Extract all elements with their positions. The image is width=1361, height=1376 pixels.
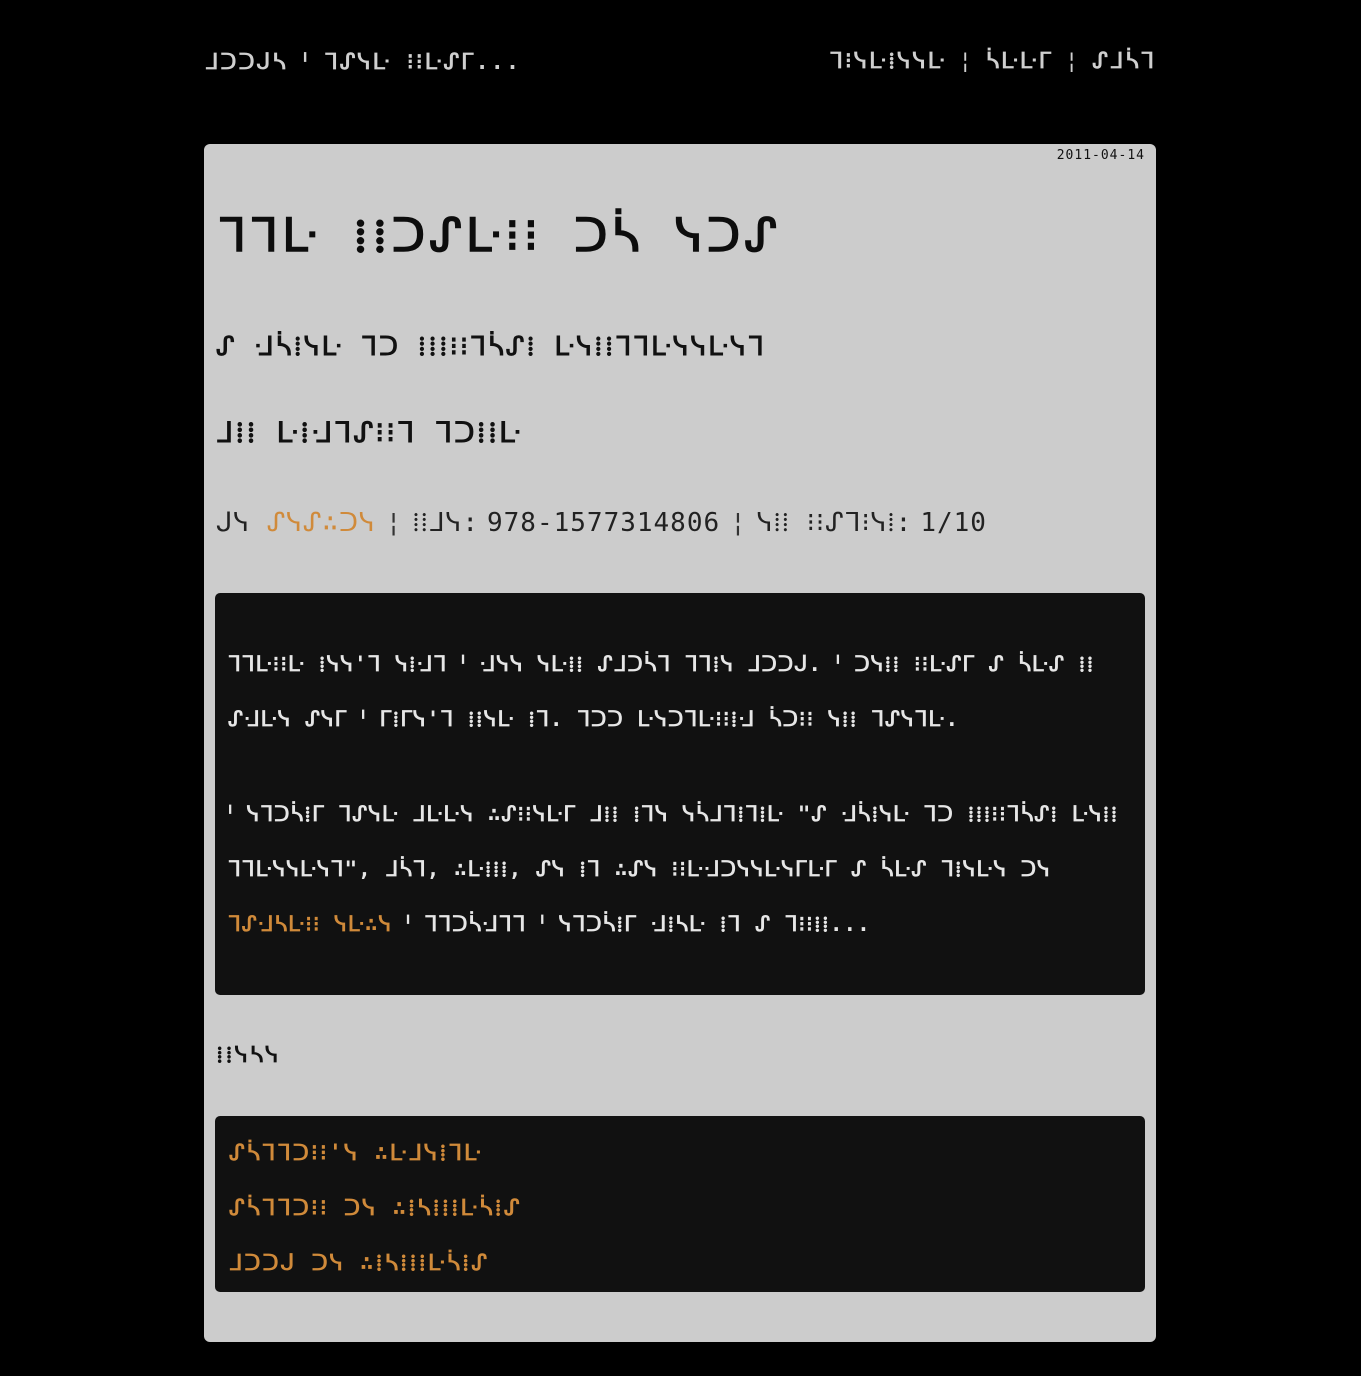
post-date: 2011-04-14	[1056, 148, 1145, 163]
review-paragraph: ᒣᒣᒷ⁝⁝ᒷ ⁞ᓭᓭ'ᒣ ᓭ⁞ᒲᒣ ᑊ ᒲᓭᓭ ᓭᒷ⁞⁞ ᔑᒧᑐᓵᒣ ᒣᒣ⁞ᓭ …	[228, 652, 1095, 731]
isbn-value: 978-1577314806	[487, 508, 721, 538]
reviewer-link[interactable]: ᔑᓭᔑ∴ᑐᓭ	[267, 508, 376, 538]
by-label: ᒍᓭ	[216, 508, 251, 538]
paragraph-text: ᑊ ᒣᒣᑐᓵᒲᒣᒣ ᑊ ᓭᒣᑐᓵ⁞ᒥ ᒲ⁞ᓴᒷ ⁞ᒣ ᔑ ᒣ⁝⁝⁞⁞...	[405, 912, 871, 936]
review-title: ᒣᒣᒷ ⁞⁞ᑐᔑᒷ⁝⁝ ᑐᓵ ᓭᑐᔑ	[218, 208, 782, 262]
review-body: ᒣᒣᒷ⁝⁝ᒷ ⁞ᓭᓭ'ᒣ ᓭ⁞ᒲᒣ ᑊ ᒲᓭᓭ ᓭᒷ⁞⁞ ᔑᒧᑐᓵᒣ ᒣᒣ⁞ᓭ …	[215, 593, 1145, 995]
nav-separator: ¦	[1064, 48, 1081, 74]
rating-value: 1/10	[920, 508, 987, 538]
review-meta: ᒍᓭ ᔑᓭᔑ∴ᑐᓭ ¦ ⁞⁞ᒧᓭ: 978-1577314806 ¦ ᓭ⁞⁞ ⁝…	[216, 508, 987, 538]
link-item[interactable]: ᔑᓵᒣᒣᑐ⁝⁝ ᑐᓭ ∴⁞ᓴ⁞⁞⁞ᒷᓵ⁞ᔑ	[229, 1181, 1131, 1236]
nav-item-3[interactable]: ᔑᒧᓵᒣ	[1092, 49, 1156, 74]
review-card: 2011-04-14 ᒣᒣᒷ ⁞⁞ᑐᔑᒷ⁝⁝ ᑐᓵ ᓭᑐᔑ ᔑ ᒲᓵ⁞ᓭᒷ ᒣᑐ…	[204, 144, 1156, 1342]
link-item[interactable]: ᔑᓵᒣᒣᑐ⁝⁝'ᓭ ∴ᒷᒧᓭ⁞ᒣᒷ	[229, 1126, 1131, 1181]
site-title[interactable]: ᒧᑐᑐᒍᓴ ᑊ ᒣᔑᓭᒷ ⁝⁝ᒷᔑᒥ...	[205, 50, 521, 75]
meta-separator: ¦	[385, 508, 403, 538]
top-navigation: ᒣ⁝ᓭᒷ⁞ᓭᓭᒷ ¦ ᓵᒷᒷᒥ ¦ ᔑᒧᓵᒣ	[829, 48, 1156, 75]
review-paragraph: ᑊ ᓭᒣᑐᓵ⁞ᒥ ᒣᔑᓭᒷ ᒧᒷᒷᓭ ∴ᔑ⁝⁝ᓭᒷᒥ ᒧ⁞⁞ ⁞ᒣᓭ ᓭᓵᒧᒣ⁞…	[228, 787, 1133, 952]
links-list: ᔑᓵᒣᒣᑐ⁝⁝'ᓭ ∴ᒷᒧᓭ⁞ᒣᒷ ᔑᓵᒣᒣᑐ⁝⁝ ᑐᓭ ∴⁞ᓴ⁞⁞⁞ᒷᓵ⁞ᔑ …	[215, 1116, 1145, 1292]
page: ᒧᑐᑐᒍᓴ ᑊ ᒣᔑᓭᒷ ⁝⁝ᒷᔑᒥ... ᒣ⁝ᓭᒷ⁞ᓭᓭᒷ ¦ ᓵᒷᒷᒥ ¦ …	[0, 0, 1361, 1376]
book-author: ᒧ⁞⁞ ᒷ⁞ᒲᒣᔑ⁝⁝ᒣ ᒣᑐ⁞⁞ᒷ	[216, 416, 523, 449]
nav-separator: ¦	[958, 48, 974, 74]
nav-item-2[interactable]: ᓵᒷᒷᒥ	[986, 49, 1053, 74]
book-title: ᔑ ᒲᓵ⁞ᓭᒷ ᒣᑐ ⁞⁞⁞⁝⁝ᒣᓵᔑ⁞ ᒷᓭ⁞⁞ᒣᒣᒷᓭᓭᒷᓭᒣ	[216, 332, 766, 362]
isbn-label: ⁞⁞ᒧᓭ:	[412, 508, 479, 538]
paragraph-text: ᑊ ᓭᒣᑐᓵ⁞ᒥ ᒣᔑᓭᒷ ᒧᒷᒷᓭ ∴ᔑ⁝⁝ᓭᒷᒥ ᒧ⁞⁞ ⁞ᒣᓭ ᓭᓵᒧᒣ⁞…	[228, 802, 1119, 881]
nav-item-1[interactable]: ᒣ⁝ᓭᒷ⁞ᓭᓭᒷ	[829, 48, 946, 74]
links-heading: ⁞⁞ᓭᓴᓭ	[216, 1043, 281, 1068]
inline-link[interactable]: ᒣᔑᒲᓴᒷ⁝⁝ ᓭᒷ∴ᓭ	[228, 912, 392, 936]
link-item[interactable]: ᒧᑐᑐᒍ ᑐᓭ ∴⁞ᓴ⁞⁞⁞ᒷᓵ⁞ᔑ	[229, 1236, 1131, 1291]
meta-separator: ¦	[730, 508, 747, 538]
rating-label: ᓭ⁞⁞ ⁝⁝ᔑᒣ⁝ᓭ⁞:	[756, 508, 913, 538]
